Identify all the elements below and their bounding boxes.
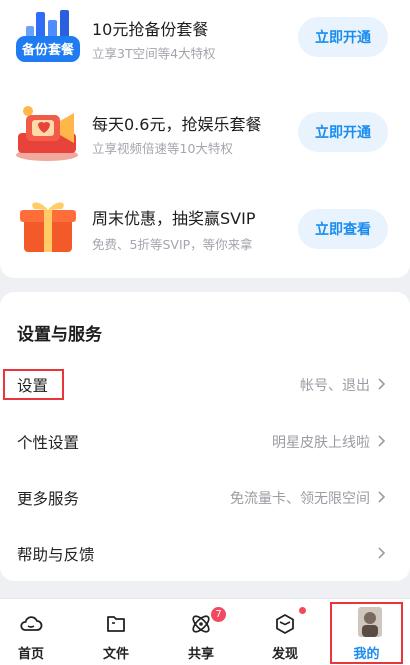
promo-card: 备份套餐 10元抢备份套餐 立享3T空间等4大特权 立即开通 每天0.6元，抢娱… <box>0 0 410 278</box>
cloud-icon <box>20 616 43 631</box>
row-label: 个性设置 <box>17 434 80 452</box>
nav-discover[interactable]: 发现 <box>250 599 320 665</box>
folder-icon <box>107 616 125 632</box>
settings-card: 设置与服务 设置 帐号、退出 个性设置 明星皮肤上线啦 更多服务 免流量卡、领无… <box>0 292 410 581</box>
chevron-right-icon <box>378 547 386 559</box>
view-svip-button[interactable]: 立即查看 <box>298 209 388 249</box>
chevron-right-icon <box>378 435 386 447</box>
chevron-right-icon <box>378 491 386 503</box>
chevron-right-icon <box>378 378 386 390</box>
avatar[interactable] <box>358 607 382 637</box>
promo-subtitle: 立享视频倍速等10大特权 <box>92 141 233 156</box>
section-title: 设置与服务 <box>17 325 102 345</box>
promo-subtitle: 立享3T空间等4大特权 <box>92 46 216 61</box>
promo-item-svip[interactable]: 周末优惠，抽奖赢SVIP 免费、5折等SVIP，等你来拿 立即查看 <box>0 188 410 268</box>
nav-share[interactable]: 7 共享 <box>166 599 236 665</box>
share-badge: 7 <box>211 607 226 622</box>
row-hint: 免流量卡、领无限空间 <box>230 491 370 507</box>
activate-entertainment-button[interactable]: 立即开通 <box>298 112 388 152</box>
row-label: 更多服务 <box>17 490 80 508</box>
promo-title: 每天0.6元，抢娱乐套餐 <box>92 115 262 134</box>
settings-row-more-services[interactable]: 更多服务 免流量卡、领无限空间 <box>0 473 410 521</box>
settings-row-personalize[interactable]: 个性设置 明星皮肤上线啦 <box>0 417 410 465</box>
settings-row-settings[interactable]: 设置 帐号、退出 <box>0 360 410 408</box>
nav-home[interactable]: 首页 <box>0 599 66 665</box>
promo-item-entertainment[interactable]: 每天0.6元，抢娱乐套餐 立享视频倍速等10大特权 立即开通 <box>0 97 410 177</box>
row-hint: 帐号、退出 <box>300 378 370 394</box>
backup-package-icon: 备份套餐 <box>16 10 80 62</box>
discover-dot <box>299 607 306 614</box>
promo-subtitle: 免费、5折等SVIP，等你来拿 <box>92 237 253 252</box>
row-label: 设置 <box>17 377 49 395</box>
nav-me-label[interactable]: 我的 <box>332 643 401 662</box>
atom-icon <box>192 615 210 633</box>
activate-backup-button[interactable]: 立即开通 <box>298 17 388 57</box>
nav-label: 发现 <box>271 647 298 662</box>
row-hint: 明星皮肤上线啦 <box>272 435 370 451</box>
nav-files[interactable]: 文件 <box>81 599 151 665</box>
cube-icon <box>276 614 294 634</box>
promo-title: 10元抢备份套餐 <box>92 20 209 39</box>
settings-row-help[interactable]: 帮助与反馈 <box>0 529 410 577</box>
thumb-text: 备份套餐 <box>21 42 75 58</box>
gift-box-icon <box>20 202 76 252</box>
entertainment-package-icon <box>16 106 78 161</box>
nav-label: 共享 <box>187 647 214 662</box>
app-screen: 备份套餐 10元抢备份套餐 立享3T空间等4大特权 立即开通 每天0.6元，抢娱… <box>0 0 410 665</box>
nav-label: 首页 <box>17 647 44 662</box>
promo-title: 周末优惠，抽奖赢SVIP <box>92 209 256 228</box>
row-label: 帮助与反馈 <box>17 546 95 564</box>
promo-item-backup[interactable]: 备份套餐 10元抢备份套餐 立享3T空间等4大特权 立即开通 <box>0 2 410 82</box>
nav-label: 文件 <box>102 647 129 662</box>
